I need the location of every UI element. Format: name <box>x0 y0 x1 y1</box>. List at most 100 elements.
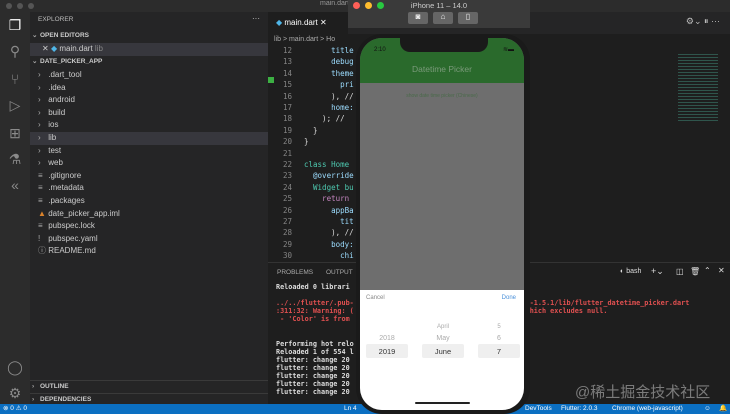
tree-item-label: .idea <box>48 82 66 92</box>
file-icon: ≡ <box>38 196 43 205</box>
notch <box>400 38 488 52</box>
more-actions-button[interactable]: ··· <box>252 14 260 23</box>
explorer-icon[interactable]: ❐ <box>6 16 24 34</box>
error-count: 0 <box>10 405 14 412</box>
outline-header[interactable]: › OUTLINE <box>30 380 268 393</box>
device-selector[interactable]: Chrome (web-javascript) <box>612 404 683 414</box>
minimize-window-button[interactable] <box>17 3 23 9</box>
line-number: 20 <box>282 137 292 147</box>
tab-output[interactable]: OUTPUT <box>326 269 353 276</box>
tree-item-label: .packages <box>48 196 85 205</box>
tree-item-pubspec-lock[interactable]: ≡ pubspec.lock <box>30 220 268 233</box>
file-icon: ! <box>38 233 41 243</box>
flutter-version[interactable]: Flutter: 2.0.3 <box>561 404 598 414</box>
tree-item-android[interactable]: › android <box>30 94 268 107</box>
close-panel-icon[interactable]: ✕ <box>718 266 725 275</box>
code-line: pri <box>304 80 354 90</box>
account-icon[interactable]: ◯ <box>6 358 24 376</box>
code-line: ); // <box>304 114 345 124</box>
tree-item-label: pubspec.yaml <box>48 233 98 243</box>
extensions-icon[interactable]: ⊞ <box>6 124 24 142</box>
maximize-window-button[interactable] <box>28 3 34 9</box>
flutter-icon[interactable]: « <box>6 176 24 194</box>
new-terminal-button[interactable]: +⌄ <box>651 266 664 277</box>
tab-problems[interactable]: PROBLEMS <box>277 269 313 276</box>
code-line: class Home <box>304 160 350 169</box>
line-number: 15 <box>282 80 292 90</box>
tree-item-build[interactable]: › build <box>30 107 268 120</box>
tree-item-date-picker-app-iml[interactable]: ▲ date_picker_app.iml <box>30 208 268 221</box>
split-terminal-icon[interactable]: ◫ <box>676 267 684 276</box>
trash-icon[interactable]: 🗑 <box>690 267 700 276</box>
code-line: home: <box>304 103 354 112</box>
month-option[interactable]: April <box>422 324 464 330</box>
source-control-icon[interactable]: ⑂ <box>6 70 24 88</box>
show-picker-button[interactable]: show date time picker (Chinese) <box>360 93 524 99</box>
month-selected[interactable]: June <box>422 347 464 356</box>
home-icon[interactable]: ⌂ <box>433 12 453 24</box>
tree-item-gitignore[interactable]: ≡ .gitignore <box>30 170 268 183</box>
tree-item-ios[interactable]: › ios <box>30 119 268 132</box>
project-header[interactable]: ⌄ DATE_PICKER_APP <box>30 56 268 69</box>
day-option[interactable]: 6 <box>478 335 520 342</box>
gear-icon[interactable]: ⚙ <box>6 384 24 402</box>
open-editor-main-dart[interactable]: ✕ ◆ main.dart lib <box>30 43 268 56</box>
line-number: 13 <box>282 57 292 67</box>
search-icon[interactable]: ⚲ <box>6 42 24 60</box>
year-option[interactable]: 2018 <box>366 335 408 342</box>
minimap[interactable] <box>678 52 718 122</box>
tree-item-test[interactable]: › test <box>30 145 268 158</box>
terminal-shell-selector[interactable]: ◐ bash <box>620 268 641 275</box>
phone-screen[interactable]: 2:10 ≋▬ Datetime Picker show date time p… <box>360 38 524 410</box>
tree-item-label: android <box>48 95 75 105</box>
tree-item-dart-tool[interactable]: › .dart_tool <box>30 69 268 82</box>
breadcrumb[interactable]: lib > main.dart > Ho <box>274 34 335 46</box>
line-number: 17 <box>282 103 292 112</box>
year-selected[interactable]: 2019 <box>366 347 408 356</box>
chevron-right-icon: › <box>38 95 41 105</box>
cursor-position[interactable]: Ln 4 <box>344 404 357 414</box>
open-file-dir: lib <box>94 44 103 53</box>
run-debug-icon[interactable]: ▷ <box>6 96 24 114</box>
tree-item-label: build <box>48 107 66 117</box>
close-icon[interactable]: ✕ <box>42 44 49 53</box>
tree-item-label: web <box>48 158 63 168</box>
code-line: title <box>304 46 354 55</box>
terminal-line: flutter: change 20 <box>276 355 350 364</box>
code-line: ), // <box>304 91 354 101</box>
feedback-icon[interactable]: ☺ <box>704 404 711 414</box>
tree-item-README-md[interactable]: ⓘ README.md <box>30 245 268 258</box>
code-line: appBa <box>304 205 354 215</box>
testing-icon[interactable]: ⚗ <box>6 150 24 168</box>
day-selected[interactable]: 7 <box>478 347 520 356</box>
screenshot-icon[interactable]: ◙ <box>408 12 428 24</box>
tab-main-dart[interactable]: ◆ main.dart ✕ <box>268 12 348 34</box>
file-icon: ≡ <box>38 170 43 180</box>
done-button[interactable]: Done <box>502 295 516 301</box>
maximize-panel-icon[interactable]: ⌃ <box>704 266 711 275</box>
tree-item-pubspec-yaml[interactable]: ! pubspec.yaml <box>30 233 268 246</box>
terminal-line: Reloaded 0 librari <box>276 283 350 291</box>
tree-item-metadata[interactable]: ≡ .metadata <box>30 182 268 195</box>
tree-item-idea[interactable]: › .idea <box>30 82 268 95</box>
editor-actions[interactable]: ⚙⌄ ⏸ ··· <box>686 16 720 27</box>
dependencies-label: DEPENDENCIES <box>40 396 92 403</box>
problems-status[interactable]: ⊗ 0 ⚠ 0 <box>3 404 27 414</box>
line-number: 22 <box>282 160 292 169</box>
close-window-button[interactable] <box>6 3 12 9</box>
tree-item-packages[interactable]: ≡ .packages <box>30 195 268 208</box>
tree-item-web[interactable]: › web <box>30 157 268 170</box>
terminal-line: Reloaded 1 of 554 l <box>276 347 354 356</box>
month-option[interactable]: May <box>422 335 464 342</box>
tree-item-label: test <box>48 145 62 155</box>
notifications-icon[interactable]: 🔔 <box>719 404 727 414</box>
shell-label: bash <box>626 268 642 275</box>
day-option[interactable]: 5 <box>478 324 520 330</box>
rotate-icon[interactable]: ▯ <box>458 12 478 24</box>
devtools-button[interactable]: DevTools <box>525 404 552 414</box>
tree-item-lib[interactable]: › lib <box>30 132 268 145</box>
open-editors-header[interactable]: ⌄ OPEN EDITORS <box>30 30 268 43</box>
cancel-button[interactable]: Cancel <box>366 295 385 301</box>
line-number: 19 <box>282 125 292 135</box>
close-tab-icon[interactable]: ✕ <box>320 18 327 27</box>
